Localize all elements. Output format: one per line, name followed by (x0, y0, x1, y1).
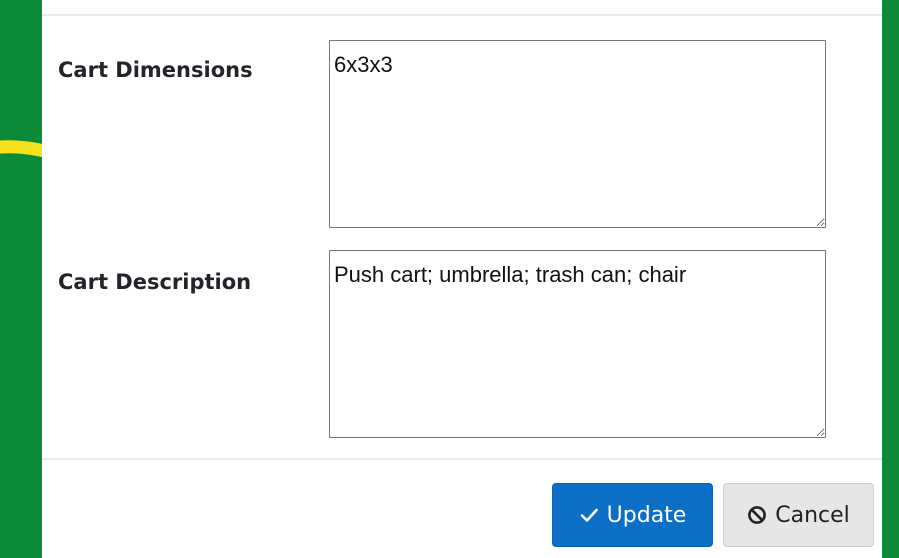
cart-dimensions-textarea[interactable]: 6x3x3 (329, 40, 826, 228)
ban-icon (747, 505, 767, 525)
edit-cart-panel: Cart Dimensions 6x3x3 Cart Description P… (42, 0, 882, 558)
cancel-button-label: Cancel (775, 502, 850, 528)
update-button-label: Update (606, 502, 687, 528)
checkmark-icon (579, 505, 599, 525)
panel-divider-top (42, 14, 882, 16)
cart-description-label: Cart Description (58, 270, 252, 294)
footer-divider (42, 458, 882, 460)
update-button[interactable]: Update (552, 483, 713, 547)
cart-description-textarea[interactable]: Push cart; umbrella; trash can; chair (329, 250, 826, 438)
cart-dimensions-label: Cart Dimensions (58, 58, 253, 82)
cancel-button[interactable]: Cancel (723, 483, 874, 547)
